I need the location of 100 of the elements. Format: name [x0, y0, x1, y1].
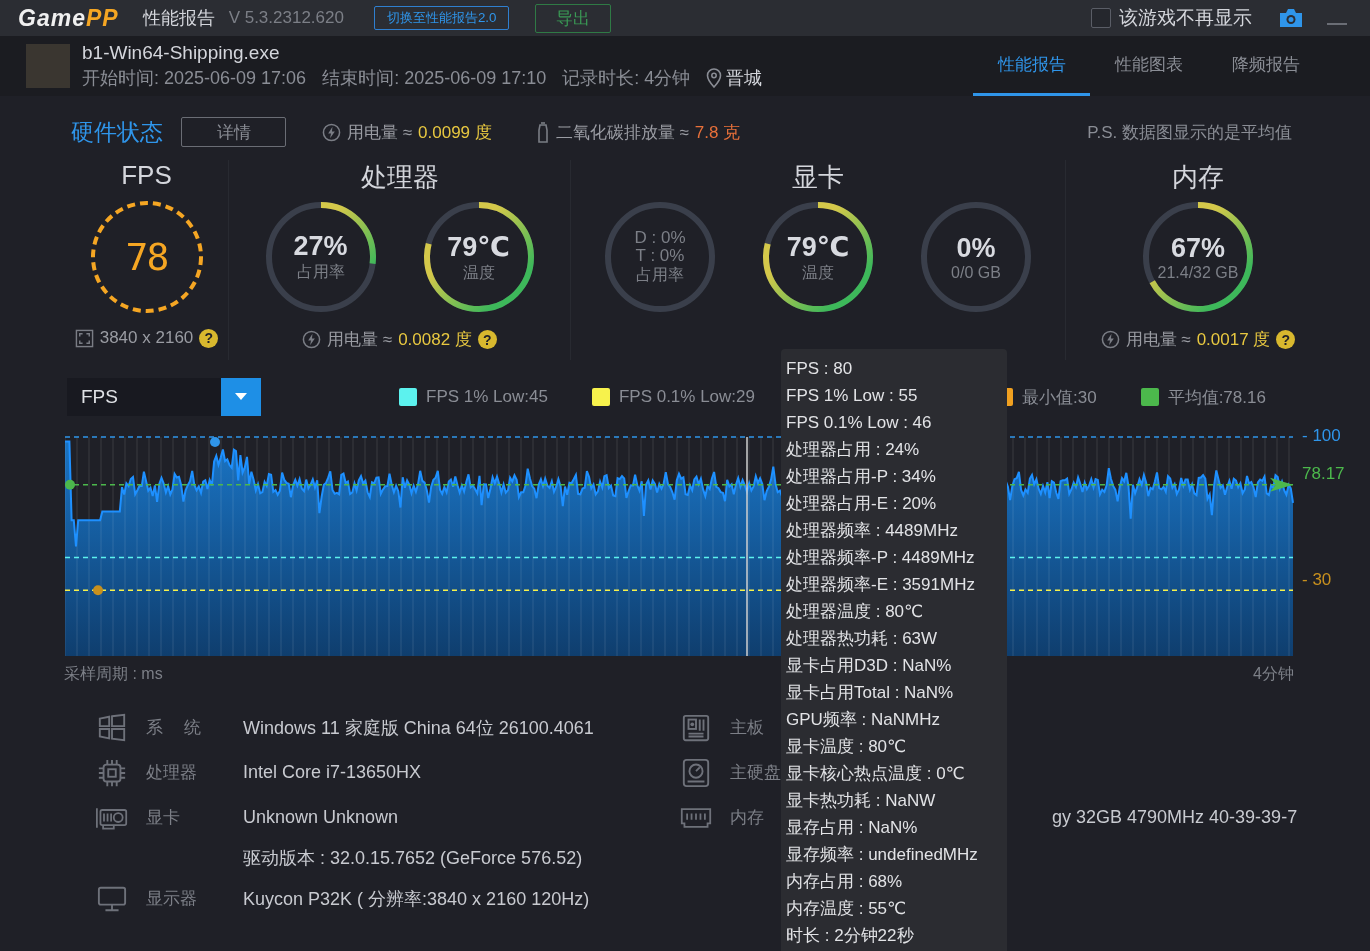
co2-label: 二氧化碳排放量 ≈ [555, 121, 689, 144]
marker-dot [93, 585, 103, 596]
power-value: 0.0099 度 [418, 121, 492, 144]
arrow-icon [1270, 477, 1293, 492]
resolution-text: 3840 x 2160 [99, 328, 194, 348]
tooltip-line: 显存频率 : undefinedMHz [786, 844, 979, 866]
info-label: 系 统 [146, 717, 202, 739]
camera-icon[interactable] [1278, 7, 1304, 29]
gauge-label: 占用率 [296, 262, 345, 282]
power-label: 用电量 ≈ [327, 329, 393, 351]
tooltip-line: 内存温度 : 55℃ [786, 898, 908, 920]
tooltip-line: 处理器占用-E : 20% [786, 493, 938, 515]
checkbox[interactable] [1091, 8, 1111, 28]
gauge-reading: D : 0% [634, 228, 686, 247]
marker-dot [65, 479, 75, 490]
caret-icon [235, 393, 247, 401]
gauge-label: 21.4/32 GB [1157, 263, 1239, 282]
driver-version: 驱动版本 : 32.0.15.7652 (GeForce 576.52) [243, 847, 583, 870]
tab[interactable]: 性能图表 [1090, 36, 1207, 96]
duration-text: 记录时长: 4分钟 [562, 67, 691, 90]
tooltip-line: 处理器频率-E : 3591MHz [786, 574, 976, 596]
location-pin-icon [706, 68, 723, 88]
end-time: 结束时间: 2025-06-09 17:10 [322, 67, 547, 90]
tooltip-line: 处理器频率 : 4489MHz [786, 520, 959, 542]
reference-value: 78.17 [1302, 464, 1345, 484]
tooltip-line: 内存占用 : 68% [786, 871, 904, 893]
windows-icon [96, 712, 128, 743]
co2-value: 7.8 克 [694, 121, 741, 144]
checkbox-label: 该游戏不再显示 [1119, 6, 1252, 30]
app-title: 性能报告 [142, 7, 215, 30]
tooltip-line: 显卡热功耗 : NaNW [786, 790, 937, 812]
axis-label: 采样周期 : ms [64, 664, 163, 684]
tab[interactable]: 性能报告 [973, 36, 1090, 96]
note-text: P.S. 数据图显示的是平均值 [1087, 121, 1292, 144]
switch-version-button[interactable]: 切换至性能报告2.0 [373, 6, 510, 30]
gauge-value: 79℃ [447, 230, 510, 263]
lightning-icon [322, 122, 341, 142]
marker-dot [210, 437, 220, 447]
legend-label: FPS 1% Low:45 [426, 387, 548, 407]
help-button[interactable]: ? [1276, 330, 1296, 349]
info-label: 显卡 [146, 807, 181, 829]
power-label: 用电量 ≈ [1125, 329, 1191, 351]
gauge-label: 温度 [802, 262, 834, 283]
info-value: Kuycon P32K ( 分辨率:3840 x 2160 120Hz) [243, 887, 590, 911]
tooltip-line: 显卡温度 : 80℃ [786, 736, 908, 758]
tooltip-line: 显卡核心热点温度 : 0℃ [786, 763, 966, 785]
help-button[interactable]: ? [477, 330, 497, 349]
info-value: Unknown Unknown [243, 807, 399, 828]
exe-name: b1-Win64-Shipping.exe [82, 42, 281, 64]
app-logo: GamePP [18, 4, 119, 32]
info-label: 主硬盘 [730, 763, 781, 782]
tooltip-line: 处理器温度 : 80℃ [786, 601, 925, 623]
reference-value: - 30 [1302, 570, 1332, 590]
gauge-value: 27% [293, 231, 348, 262]
panel-title: FPS [121, 160, 172, 192]
tooltip-line: FPS : 80 [786, 358, 854, 380]
info-label: 内存 [730, 808, 764, 827]
help-button[interactable]: ? [199, 328, 219, 348]
tooltip-line: 处理器占用-P : 34% [786, 466, 937, 488]
gauge-label: 0/0 GB [951, 263, 1001, 282]
gauge-reading: T : 0% [635, 246, 685, 265]
tooltip-line: FPS 1% Low : 55 [786, 385, 919, 407]
chip-icon [96, 757, 128, 788]
legend-label: FPS 0.1% Low:29 [618, 387, 755, 407]
fps-value: 78 [125, 235, 168, 279]
info-value: Windows 11 家庭版 China 64位 26100.4061 [243, 716, 594, 740]
game-cover-placeholder [26, 44, 70, 88]
gauge-label: 占用率 [636, 264, 684, 285]
info-value: gy 32GB 4790MHz 40-39-39-7 [1052, 807, 1298, 828]
tooltip-line: 显存占用 : NaN% [786, 817, 919, 839]
tab[interactable]: 降频报告 [1207, 36, 1324, 96]
panel-title: 内存 [1172, 161, 1224, 194]
tooltip-line: 显卡占用Total : NaN% [786, 682, 955, 704]
location-text: 晋城 [726, 67, 763, 90]
info-label: 显示器 [146, 888, 198, 910]
lightning-icon [302, 330, 322, 349]
power-value: 0.0082 度 [398, 329, 472, 351]
axis-label: 4分钟 [1253, 664, 1294, 684]
info-label: 处理器 [146, 762, 198, 784]
factory-chimney-icon [535, 121, 550, 143]
metric-dropdown[interactable]: FPS [67, 378, 261, 416]
start-time: 开始时间: 2025-06-09 17:06 [82, 67, 307, 90]
reference-value: - 100 [1302, 426, 1341, 446]
section-title: 硬件状态 [71, 117, 163, 147]
tooltip-line: 处理器占用 : 24% [786, 439, 921, 461]
lightning-icon [1100, 330, 1120, 349]
power-value: 0.0017 度 [1196, 329, 1271, 351]
info-label: 主板 [730, 718, 764, 737]
details-button[interactable]: 详情 [181, 117, 286, 147]
tooltip-line: 处理器热功耗 : 63W [786, 628, 939, 650]
tooltip-line: 时长 : 2分钟22秒 [786, 925, 915, 947]
gauge-value: 0% [956, 232, 996, 264]
power-label: 用电量 ≈ [347, 121, 413, 144]
export-button[interactable]: 导出 [535, 3, 612, 33]
legend-label: 平均值:78.16 [1167, 386, 1266, 409]
legend-label: 最小值:30 [1022, 386, 1097, 409]
panel-title: 处理器 [360, 161, 439, 194]
info-value: Intel Core i7-13650HX [243, 762, 422, 783]
tooltip-line: 处理器频率-P : 4489MHz [786, 547, 976, 569]
version-text: V 5.3.2312.620 [228, 8, 344, 28]
